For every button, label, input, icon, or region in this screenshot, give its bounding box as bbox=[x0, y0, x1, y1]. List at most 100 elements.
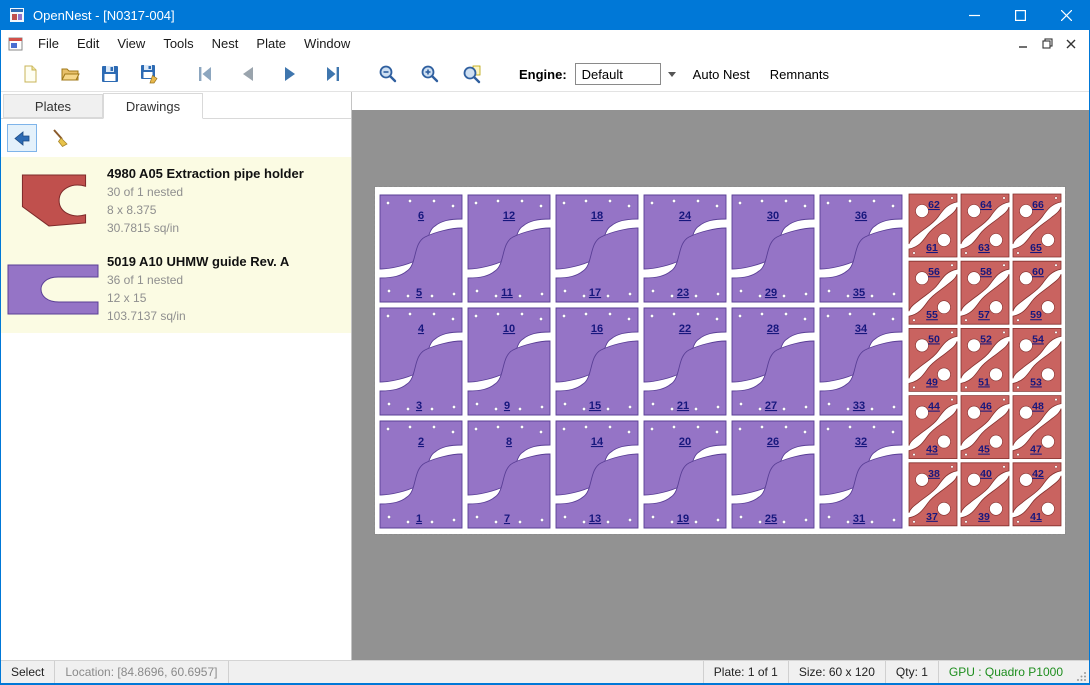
save-as-button[interactable] bbox=[133, 59, 167, 89]
blue-arrow-left-icon bbox=[12, 128, 32, 148]
list-item[interactable]: 5019 A10 UHMW guide Rev. A 36 of 1 neste… bbox=[1, 245, 351, 333]
broom-icon bbox=[50, 128, 70, 148]
maximize-icon bbox=[1015, 10, 1026, 21]
left-panel: Plates Drawings bbox=[1, 92, 352, 660]
svg-text:30: 30 bbox=[767, 210, 779, 222]
mdi-close-button[interactable] bbox=[1059, 34, 1083, 54]
svg-text:10: 10 bbox=[503, 323, 515, 335]
svg-text:20: 20 bbox=[679, 436, 691, 448]
purple-part-thumbnail-icon bbox=[6, 260, 102, 318]
return-parts-button[interactable] bbox=[7, 124, 37, 152]
tab-drawings[interactable]: Drawings bbox=[103, 93, 203, 119]
engine-dropdown[interactable]: Default bbox=[575, 63, 661, 85]
svg-text:5: 5 bbox=[416, 287, 422, 299]
app-icon bbox=[9, 7, 25, 23]
menu-nest[interactable]: Nest bbox=[203, 31, 248, 56]
svg-text:43: 43 bbox=[926, 444, 938, 456]
nest-cell-purple: 1615 bbox=[556, 308, 638, 415]
svg-text:35: 35 bbox=[853, 287, 865, 299]
svg-text:13: 13 bbox=[589, 513, 601, 525]
close-button[interactable] bbox=[1043, 0, 1089, 30]
menu-plate[interactable]: Plate bbox=[247, 31, 295, 56]
zoom-fit-button[interactable] bbox=[455, 59, 489, 89]
part-thumbnail bbox=[1, 260, 107, 318]
mdi-minimize-button[interactable] bbox=[1011, 34, 1035, 54]
zoom-in-button[interactable] bbox=[413, 59, 447, 89]
svg-text:27: 27 bbox=[765, 400, 777, 412]
svg-text:29: 29 bbox=[765, 287, 777, 299]
last-plate-button[interactable] bbox=[315, 59, 349, 89]
menu-file[interactable]: File bbox=[29, 31, 68, 56]
nest-cell-purple: 65 bbox=[380, 195, 462, 302]
grip-dots-icon bbox=[1077, 671, 1087, 681]
nest-cell-red: 5857 bbox=[961, 261, 1009, 324]
resize-grip[interactable] bbox=[1073, 661, 1089, 683]
svg-text:17: 17 bbox=[589, 287, 601, 299]
svg-text:52: 52 bbox=[980, 333, 992, 345]
svg-text:50: 50 bbox=[928, 333, 940, 345]
mdi-minimize-icon bbox=[1018, 39, 1028, 49]
mdi-restore-button[interactable] bbox=[1035, 34, 1059, 54]
svg-text:32: 32 bbox=[855, 436, 867, 448]
nest-cell-red: 4039 bbox=[961, 463, 1009, 526]
mdi-close-icon bbox=[1066, 39, 1076, 49]
new-button[interactable] bbox=[13, 59, 47, 89]
status-qty: Qty: 1 bbox=[885, 661, 938, 683]
nest-cell-purple: 2827 bbox=[732, 308, 814, 415]
maximize-button[interactable] bbox=[997, 0, 1043, 30]
svg-text:57: 57 bbox=[978, 309, 990, 321]
svg-text:36: 36 bbox=[855, 210, 867, 222]
svg-text:63: 63 bbox=[978, 242, 990, 254]
nest-cell-red: 6665 bbox=[1013, 194, 1061, 257]
menu-edit[interactable]: Edit bbox=[68, 31, 108, 56]
canvas-background[interactable]: 65 1211 1817 2423 3029 3635 43 109 1615 bbox=[352, 110, 1089, 660]
chevron-down-icon bbox=[668, 72, 676, 77]
svg-text:1: 1 bbox=[416, 513, 422, 525]
svg-text:53: 53 bbox=[1030, 376, 1042, 388]
svg-text:37: 37 bbox=[926, 511, 938, 523]
menu-tools[interactable]: Tools bbox=[154, 31, 202, 56]
save-as-icon bbox=[140, 64, 160, 84]
tab-plates[interactable]: Plates bbox=[3, 94, 103, 118]
next-plate-button[interactable] bbox=[273, 59, 307, 89]
drawing-nested: 30 of 1 nested bbox=[107, 183, 304, 201]
nest-canvas[interactable]: 65 1211 1817 2423 3029 3635 43 109 1615 bbox=[352, 92, 1089, 660]
menu-window[interactable]: Window bbox=[295, 31, 359, 56]
svg-text:49: 49 bbox=[926, 376, 938, 388]
nest-cell-purple: 2625 bbox=[732, 421, 814, 528]
nest-cell-red: 6463 bbox=[961, 194, 1009, 257]
svg-text:34: 34 bbox=[855, 323, 868, 335]
svg-text:24: 24 bbox=[679, 210, 692, 222]
svg-text:45: 45 bbox=[978, 444, 990, 456]
save-button[interactable] bbox=[93, 59, 127, 89]
svg-text:59: 59 bbox=[1030, 309, 1042, 321]
mdi-restore-icon bbox=[1042, 38, 1053, 49]
drawing-nested: 36 of 1 nested bbox=[107, 271, 289, 289]
nest-cell-purple: 1413 bbox=[556, 421, 638, 528]
first-plate-button[interactable] bbox=[189, 59, 223, 89]
app-window: OpenNest - [N0317-004] File Edit View To… bbox=[0, 0, 1090, 685]
svg-text:16: 16 bbox=[591, 323, 603, 335]
previous-plate-button[interactable] bbox=[231, 59, 265, 89]
svg-text:54: 54 bbox=[1032, 333, 1044, 345]
svg-text:8: 8 bbox=[506, 436, 512, 448]
svg-text:38: 38 bbox=[928, 468, 940, 480]
svg-text:3: 3 bbox=[416, 400, 422, 412]
minimize-button[interactable] bbox=[951, 0, 997, 30]
nest-cell-red: 4443 bbox=[909, 396, 957, 459]
svg-text:15: 15 bbox=[589, 400, 601, 412]
plate[interactable]: 65 1211 1817 2423 3029 3635 43 109 1615 bbox=[375, 187, 1065, 534]
drawings-toolbar bbox=[1, 119, 351, 157]
status-spacer bbox=[229, 661, 703, 683]
menu-view[interactable]: View bbox=[108, 31, 154, 56]
zoom-out-button[interactable] bbox=[371, 59, 405, 89]
menu-bar: File Edit View Tools Nest Plate Window bbox=[1, 30, 1089, 57]
svg-text:47: 47 bbox=[1030, 444, 1042, 456]
open-button[interactable] bbox=[53, 59, 87, 89]
title-bar: OpenNest - [N0317-004] bbox=[1, 0, 1089, 30]
remnants-button[interactable]: Remnants bbox=[764, 63, 835, 86]
list-item[interactable]: 4980 A05 Extraction pipe holder 30 of 1 … bbox=[1, 157, 351, 245]
nested-parts-drawing[interactable]: 65 1211 1817 2423 3029 3635 43 109 1615 bbox=[375, 187, 1065, 534]
auto-nest-button[interactable]: Auto Nest bbox=[687, 63, 756, 86]
clear-button[interactable] bbox=[45, 124, 75, 152]
